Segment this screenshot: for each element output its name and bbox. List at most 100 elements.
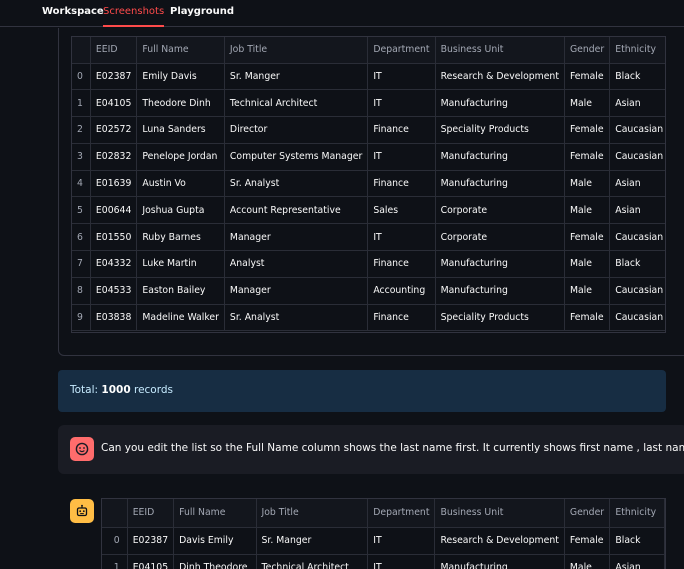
table-row[interactable]: 0 E02387 Davis Emily Sr. Manger IT Research &… xyxy=(102,527,665,555)
cell-business-unit[interactable]: Manufacturing xyxy=(435,89,565,118)
tab-playground[interactable]: Playground xyxy=(170,6,234,27)
table-row[interactable]: 8 E04533 Easton Bailey Manager Accounting Man… xyxy=(72,277,665,305)
cell-job-title[interactable]: Account Representative xyxy=(224,196,369,225)
cell-gender[interactable]: Male xyxy=(564,554,611,569)
cell-eeid[interactable]: E01639 xyxy=(90,170,138,198)
cell-full-name[interactable]: Dinh Theodore xyxy=(173,554,257,569)
cell-gender[interactable]: Female xyxy=(564,63,611,91)
cell-index[interactable]: 2 xyxy=(72,116,91,144)
cell-ethnicity[interactable]: Asian xyxy=(609,554,665,569)
column-header-department[interactable]: Department xyxy=(367,37,436,64)
cell-business-unit[interactable]: Corporate xyxy=(435,223,565,252)
column-header-eeid[interactable]: EEID xyxy=(127,499,175,528)
cell-business-unit[interactable]: Research & Development xyxy=(435,63,565,91)
cell-index[interactable]: 0 xyxy=(102,527,128,555)
cell-department[interactable]: Finance xyxy=(367,170,436,198)
cell-eeid[interactable]: E00644 xyxy=(90,196,138,225)
cell-job-title[interactable]: Manager xyxy=(224,277,369,305)
column-header-ethnicity[interactable]: Ethnicity xyxy=(609,37,665,64)
cell-eeid[interactable]: E01550 xyxy=(90,223,138,252)
cell-gender[interactable]: Male xyxy=(564,277,611,305)
cell-full-name[interactable]: Easton Bailey xyxy=(136,277,225,305)
cell-index[interactable]: 8 xyxy=(72,277,91,305)
table-row[interactable]: 1 E04105 Theodore Dinh Technical Architect I… xyxy=(72,89,665,118)
cell-job-title[interactable]: Sr. Analyst xyxy=(224,304,369,332)
cell-business-unit[interactable]: Manufacturing xyxy=(435,170,565,198)
cell-gender[interactable]: Male xyxy=(564,196,611,225)
cell-ethnicity[interactable]: Asian xyxy=(609,170,665,198)
cell-gender[interactable]: Female xyxy=(564,223,611,252)
cell-eeid[interactable]: E02387 xyxy=(127,527,175,555)
cell-department[interactable]: IT xyxy=(367,223,436,252)
cell-business-unit[interactable]: Speciality Products xyxy=(435,304,565,332)
cell-ethnicity[interactable]: Black xyxy=(609,527,665,555)
cell-department[interactable]: Finance xyxy=(367,116,436,144)
table-row[interactable]: 5 E00644 Joshua Gupta Account Representativ… xyxy=(72,196,665,225)
cell-job-title[interactable]: Technical Architect xyxy=(224,89,369,118)
cell-full-name[interactable]: Luke Martin xyxy=(136,250,225,278)
cell-index[interactable]: 3 xyxy=(72,143,91,171)
cell-full-name[interactable]: Davis Emily xyxy=(173,527,257,555)
cell-full-name[interactable]: Theodore Dinh xyxy=(136,89,225,118)
column-header-gender[interactable]: Gender xyxy=(564,37,611,64)
cell-gender[interactable]: Male xyxy=(564,250,611,278)
cell-job-title[interactable]: Manager xyxy=(224,223,369,252)
table-row[interactable]: 4 E01639 Austin Vo Sr. Analyst Finance Manufa… xyxy=(72,170,665,198)
column-header-index[interactable] xyxy=(102,499,128,528)
employee-table[interactable]: EEID Full Name Job Title Department Busi… xyxy=(71,36,666,333)
cell-gender[interactable]: Female xyxy=(564,527,611,555)
cell-ethnicity[interactable]: Caucasian xyxy=(609,223,665,252)
table-row[interactable]: 2 E02572 Luna Sanders Director Finance Specia… xyxy=(72,116,665,144)
cell-full-name[interactable]: Joshua Gupta xyxy=(136,196,225,225)
cell-department[interactable]: IT xyxy=(367,89,436,118)
cell-eeid[interactable]: E04533 xyxy=(90,277,138,305)
table-row[interactable]: 7 E04332 Luke Martin Analyst Finance Manufact… xyxy=(72,250,665,278)
cell-index[interactable]: 9 xyxy=(72,304,91,332)
cell-job-title[interactable]: Technical Architect xyxy=(256,554,369,569)
cell-ethnicity[interactable]: Asian xyxy=(609,89,665,118)
cell-index[interactable]: 5 xyxy=(72,196,91,225)
cell-index[interactable]: 4 xyxy=(72,170,91,198)
cell-department[interactable]: Sales xyxy=(367,196,436,225)
cell-index[interactable]: 6 xyxy=(72,223,91,252)
cell-index[interactable]: 1 xyxy=(72,89,91,118)
tab-workspace[interactable]: Workspace xyxy=(42,6,104,27)
updated-employee-table[interactable]: EEID Full Name Job Title Department Busi… xyxy=(101,498,666,569)
column-header-job-title[interactable]: Job Title xyxy=(224,37,369,64)
cell-gender[interactable]: Male xyxy=(564,170,611,198)
cell-ethnicity[interactable]: Caucasian xyxy=(609,116,665,144)
table-row[interactable]: 6 E01550 Ruby Barnes Manager IT Corporate Fema… xyxy=(72,223,665,252)
cell-gender[interactable]: Female xyxy=(564,116,611,144)
cell-gender[interactable]: Male xyxy=(564,89,611,118)
tab-screenshots[interactable]: Screenshots xyxy=(103,6,165,27)
cell-department[interactable]: IT xyxy=(367,143,436,171)
cell-index[interactable]: 1 xyxy=(102,554,128,569)
cell-ethnicity[interactable]: Caucasian xyxy=(609,277,665,305)
column-header-business-unit[interactable]: Business Unit xyxy=(435,37,565,64)
column-header-full-name[interactable]: Full Name xyxy=(173,499,257,528)
table-row[interactable]: 1 E04105 Dinh Theodore Technical Architect I… xyxy=(102,554,665,569)
cell-business-unit[interactable]: Manufacturing xyxy=(435,277,565,305)
cell-eeid[interactable]: E04332 xyxy=(90,250,138,278)
table-row[interactable]: 9 E03838 Madeline Walker Sr. Analyst Finance… xyxy=(72,304,665,332)
cell-index[interactable]: 7 xyxy=(72,250,91,278)
cell-job-title[interactable]: Analyst xyxy=(224,250,369,278)
cell-department[interactable]: Finance xyxy=(367,304,436,332)
table-row[interactable]: 3 E02832 Penelope Jordan Computer Systems M… xyxy=(72,143,665,171)
column-header-job-title[interactable]: Job Title xyxy=(256,499,369,528)
cell-department[interactable]: Finance xyxy=(367,250,436,278)
cell-ethnicity[interactable]: Black xyxy=(609,250,665,278)
column-header-index[interactable] xyxy=(72,37,91,64)
cell-business-unit[interactable]: Corporate xyxy=(435,196,565,225)
column-header-full-name[interactable]: Full Name xyxy=(136,37,225,64)
cell-business-unit[interactable]: Manufacturing xyxy=(435,250,565,278)
cell-department[interactable]: IT xyxy=(367,554,436,569)
cell-gender[interactable]: Female xyxy=(564,143,611,171)
cell-ethnicity[interactable]: Caucasian xyxy=(609,304,665,332)
cell-job-title[interactable]: Director xyxy=(224,116,369,144)
cell-ethnicity[interactable]: Asian xyxy=(609,196,665,225)
column-header-eeid[interactable]: EEID xyxy=(90,37,138,64)
cell-business-unit[interactable]: Research & Development xyxy=(434,527,565,555)
cell-full-name[interactable]: Luna Sanders xyxy=(136,116,225,144)
cell-job-title[interactable]: Sr. Analyst xyxy=(224,170,369,198)
